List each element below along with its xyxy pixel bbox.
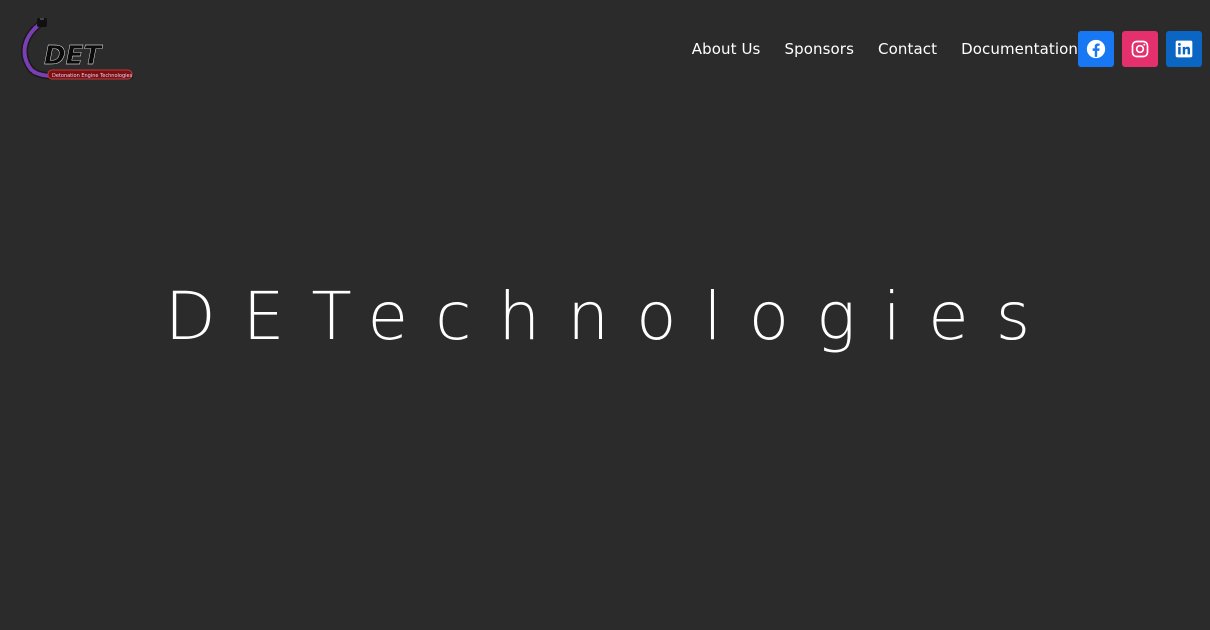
nav-sponsors[interactable]: Sponsors (784, 37, 854, 61)
logo-tagline: Detonation Engine Technologies (52, 73, 133, 79)
linkedin-icon (1175, 40, 1193, 58)
instagram-icon (1131, 40, 1149, 58)
main-nav: About Us Sponsors Contact Documentation (692, 37, 1078, 61)
site-header: Detonation Engine Technologies DET About… (0, 0, 1210, 98)
linkedin-button[interactable] (1166, 31, 1202, 67)
nav-documentation[interactable]: Documentation (961, 37, 1078, 61)
instagram-button[interactable] (1122, 31, 1158, 67)
nav-contact[interactable]: Contact (878, 37, 937, 61)
nav-about-us[interactable]: About Us (692, 37, 761, 61)
page: Detonation Engine Technologies DET About… (0, 0, 1210, 630)
social-links (1078, 31, 1202, 67)
facebook-icon (1086, 39, 1106, 59)
site-logo[interactable]: Detonation Engine Technologies DET (18, 18, 136, 80)
hero-title: DETechnologies (164, 278, 1058, 355)
logo-text: DET (44, 41, 103, 71)
facebook-button[interactable] (1078, 31, 1114, 67)
